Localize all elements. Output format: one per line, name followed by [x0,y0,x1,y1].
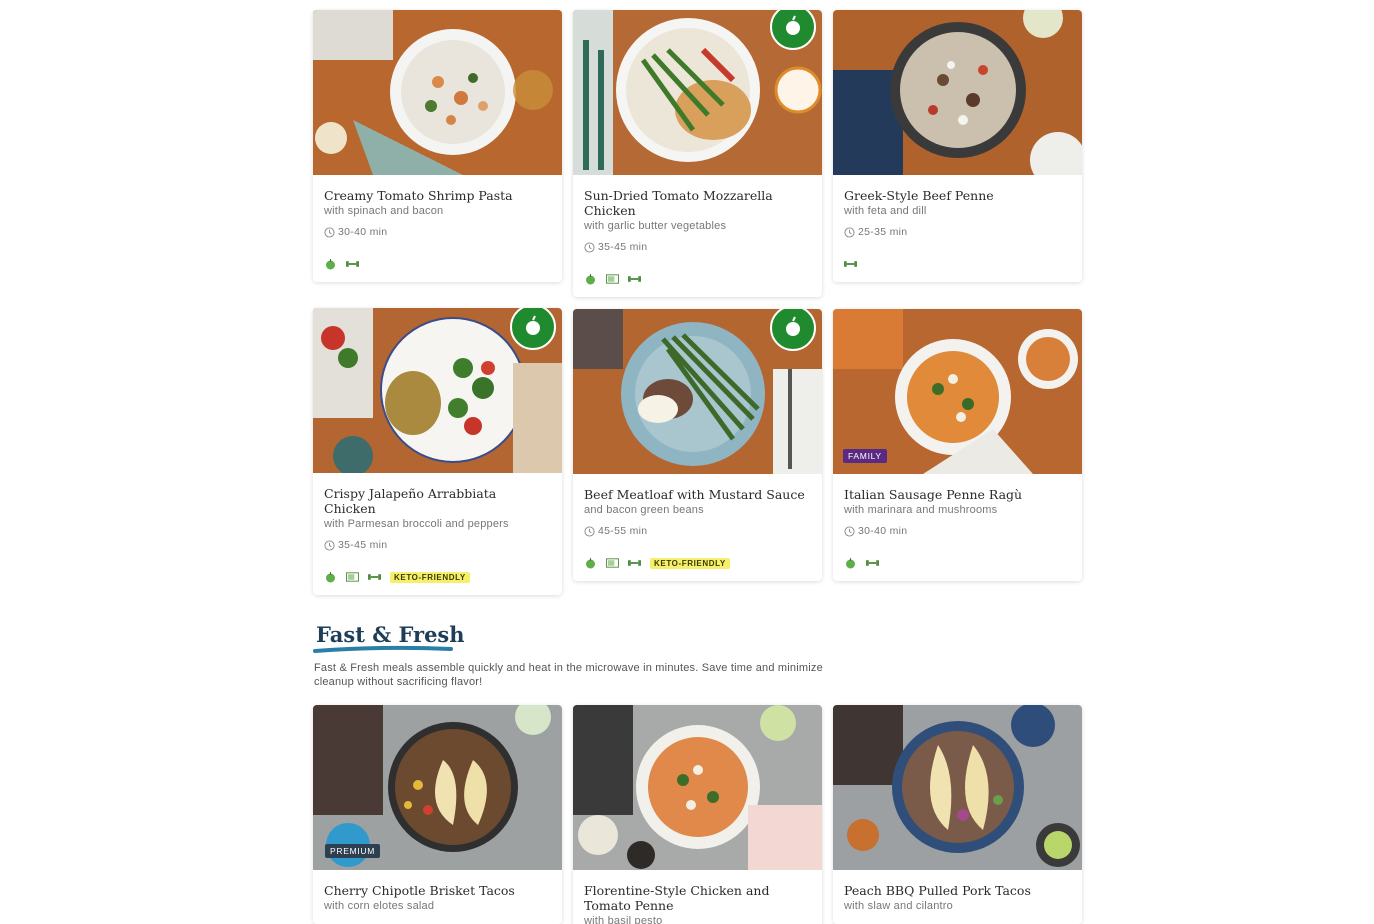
microwave-icon [606,274,619,284]
dumbbell-icon [866,560,879,566]
premium-tag: PREMIUM [325,844,381,858]
recipe-card[interactable]: Beef Meatloaf with Mustard Sauce and bac… [573,309,822,581]
recipe-subtitle: with Parmesan broccoli and peppers [324,518,509,530]
recipe-title[interactable]: Cherry Chipotle Brisket Tacos [324,883,551,898]
apple-icon [846,558,855,569]
microwave-icon [606,558,619,568]
recipe-subtitle: with feta and dill [844,205,927,217]
diet-icons: KETO-FRIENDLY [324,571,551,583]
recipe-photo[interactable] [573,705,822,870]
food-illustration [833,10,1082,175]
prep-time: 35-45 min [584,241,811,253]
keto-friendly-badge: KETO-FRIENDLY [390,571,470,583]
recipe-title[interactable]: Italian Sausage Penne Ragù [844,487,1071,502]
section-title: Fast & Fresh [316,622,465,647]
recipe-subtitle: with basil pesto [584,915,663,924]
dumbbell-icon [368,574,381,580]
prep-time: 30-40 min [324,226,551,238]
prep-time-text: 35-45 min [598,241,648,253]
recipe-photo[interactable] [573,10,822,175]
recipe-photo[interactable] [313,10,562,175]
fresh-start-badge-icon [510,308,556,350]
recipe-photo[interactable] [573,309,822,474]
recipe-card[interactable]: Greek-Style Beef Penne with feta and dil… [833,10,1082,282]
apple-icon [586,558,595,569]
recipe-title[interactable]: Peach BBQ Pulled Pork Tacos [844,883,1071,898]
recipe-card[interactable]: Sun-Dried Tomato Mozzarella Chicken with… [573,10,822,297]
prep-time-text: 35-45 min [338,539,388,551]
fresh-start-badge-icon [770,10,816,50]
apple-icon [586,274,595,285]
keto-friendly-badge: KETO-FRIENDLY [650,557,730,569]
family-tag: FAMILY [843,449,887,463]
section-underline-decoration [313,645,453,653]
clock-icon [584,241,595,253]
food-illustration [573,705,822,870]
clock-icon [844,226,855,238]
recipe-photo[interactable] [833,705,1082,870]
recipe-card[interactable]: Florentine-Style Chicken and Tomato Penn… [573,705,822,924]
dumbbell-icon [628,276,641,282]
recipe-title[interactable]: Sun-Dried Tomato Mozzarella Chicken [584,188,811,218]
dumbbell-icon [346,261,359,267]
microwave-icon [346,572,359,582]
recipe-card[interactable]: FAMILY Italian Sausage Penne Ragù with m… [833,309,1082,581]
recipe-card[interactable]: Crispy Jalapeño Arrabbiata Chicken with … [313,308,562,595]
apple-icon [326,259,335,270]
recipe-photo[interactable] [313,308,562,473]
recipe-title[interactable]: Beef Meatloaf with Mustard Sauce [584,487,811,502]
recipe-title[interactable]: Greek-Style Beef Penne [844,188,1071,203]
prep-time-text: 25-35 min [858,226,908,238]
recipe-subtitle: with garlic butter vegetables [584,220,727,232]
dumbbell-icon [844,261,857,267]
section-description: Fast & Fresh meals assemble quickly and … [314,662,823,688]
recipe-title[interactable]: Florentine-Style Chicken and Tomato Penn… [584,883,811,913]
recipe-card[interactable]: Creamy Tomato Shrimp Pasta with spinach … [313,10,562,282]
recipe-subtitle: with slaw and cilantro [844,900,953,912]
recipe-card[interactable]: Peach BBQ Pulled Pork Tacos with slaw an… [833,705,1082,924]
prep-time: 25-35 min [844,226,1071,238]
recipe-subtitle: with marinara and mushrooms [844,504,998,516]
recipe-photo[interactable] [833,10,1082,175]
recipe-subtitle: with corn elotes salad [324,900,435,912]
clock-icon [324,226,335,238]
recipe-photo[interactable]: PREMIUM [313,705,562,870]
prep-time-text: 30-40 min [858,525,908,537]
diet-icons [844,557,1071,569]
recipe-photo[interactable]: FAMILY [833,309,1082,474]
clock-icon [324,539,335,551]
recipe-card[interactable]: PREMIUM Cherry Chipotle Brisket Tacos wi… [313,705,562,924]
fresh-start-badge-icon [770,309,816,351]
clock-icon [584,525,595,537]
diet-icons [324,258,551,270]
prep-time: 30-40 min [844,525,1071,537]
clock-icon [844,525,855,537]
recipe-subtitle: with spinach and bacon [324,205,444,217]
prep-time: 45-55 min [584,525,811,537]
prep-time-text: 30-40 min [338,226,388,238]
dumbbell-icon [628,560,641,566]
diet-icons: KETO-FRIENDLY [584,557,811,569]
apple-icon [326,572,335,583]
food-illustration [833,705,1082,870]
food-illustration [313,10,562,175]
diet-icons [844,258,1071,270]
prep-time: 35-45 min [324,539,551,551]
recipe-subtitle: and bacon green beans [584,504,704,516]
recipe-title[interactable]: Creamy Tomato Shrimp Pasta [324,188,551,203]
prep-time-text: 45-55 min [598,525,648,537]
diet-icons [584,273,811,285]
recipe-title[interactable]: Crispy Jalapeño Arrabbiata Chicken [324,486,551,516]
